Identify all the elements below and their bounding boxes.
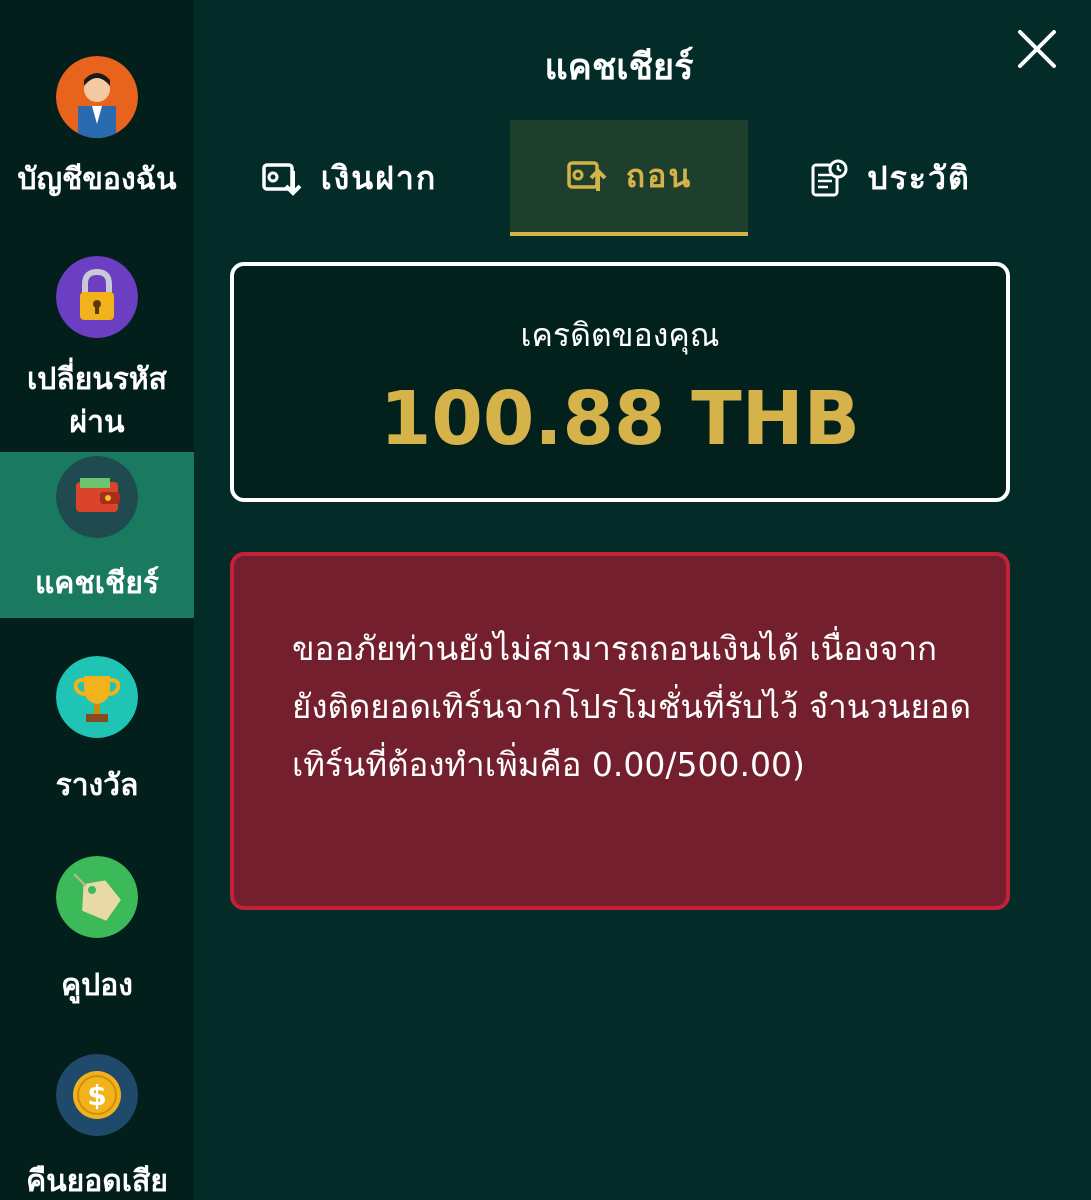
credit-balance: 100.88 THB	[379, 376, 861, 462]
wallet-icon	[56, 456, 138, 538]
close-icon	[1018, 30, 1056, 68]
sidebar-item-rewards[interactable]: รางวัล	[0, 652, 194, 818]
dollar-coin-icon: $	[56, 1054, 138, 1136]
tab-history[interactable]: ประวัติ	[770, 120, 1008, 236]
sidebar-item-change-password[interactable]: เปลี่ยนรหัสผ่าน	[0, 252, 194, 440]
credit-card: เครดิตของคุณ 100.88 THB	[230, 262, 1010, 502]
page-title: แคชเชียร์	[544, 47, 694, 88]
history-icon	[811, 159, 848, 197]
sidebar-item-label: แคชเชียร์	[34, 566, 160, 601]
sidebar-item-label: บัญชีของฉัน	[17, 162, 177, 197]
sidebar-item-cashback[interactable]: $ คืนยอดเสีย	[0, 1050, 194, 1200]
user-avatar-icon	[56, 56, 138, 138]
coupon-tag-icon	[56, 856, 138, 938]
withdraw-error-alert: ขออภัยท่านยังไม่สามารถถอนเงินได้ เนื่องจ…	[230, 552, 1010, 910]
sidebar: บัญชีของฉัน เปลี่ยนรหัสผ่าน แคชเชียร์ รา…	[0, 0, 194, 1200]
close-button[interactable]	[1016, 28, 1058, 70]
tab-withdraw[interactable]: ถอน	[510, 120, 748, 236]
deposit-icon	[261, 163, 302, 196]
sidebar-item-label: เปลี่ยนรหัสผ่าน	[27, 362, 167, 440]
sidebar-item-label: คูปอง	[61, 968, 133, 1003]
tab-label: ประวัติ	[867, 158, 971, 197]
tab-label: ถอน	[625, 156, 693, 195]
svg-text:$: $	[87, 1079, 106, 1112]
credit-label: เครดิตของคุณ	[520, 316, 720, 354]
sidebar-item-cashier[interactable]: แคชเชียร์	[0, 452, 194, 618]
tab-deposit[interactable]: เงินฝาก	[230, 120, 468, 236]
sidebar-item-label: คืนยอดเสีย	[26, 1164, 168, 1199]
sidebar-item-my-account[interactable]: บัญชีของฉัน	[0, 52, 194, 218]
alert-message: ขออภัยท่านยังไม่สามารถถอนเงินได้ เนื่องจ…	[292, 629, 972, 784]
padlock-icon	[56, 256, 138, 338]
tab-label: เงินฝาก	[320, 158, 438, 197]
trophy-icon	[56, 656, 138, 738]
cashier-panel: แคชเชียร์ เงินฝาก ถอน ประวัติ เครดิตของค…	[194, 0, 1091, 1200]
sidebar-item-coupon[interactable]: คูปอง	[0, 852, 194, 1018]
sidebar-item-label: รางวัล	[55, 768, 139, 803]
withdraw-icon	[567, 161, 607, 191]
